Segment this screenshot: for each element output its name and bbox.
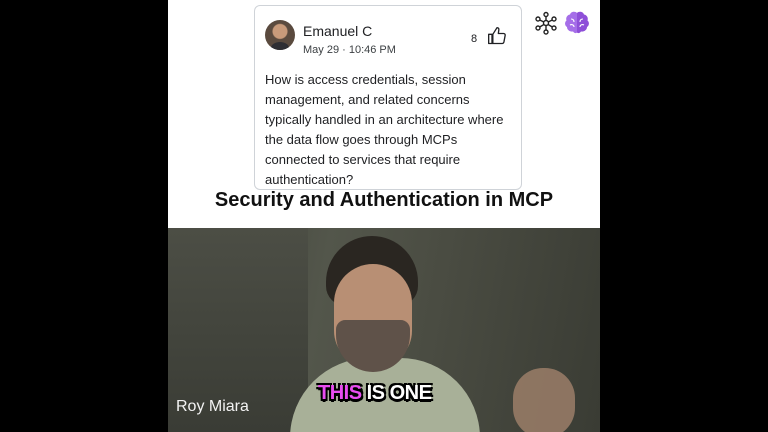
caption-rest: IS ONE <box>361 382 432 404</box>
comment-text: How is access credentials, session manag… <box>265 72 504 187</box>
subtitle-caption: THIS IS ONE <box>318 382 432 405</box>
content-panel: Emanuel C May 29 · 10:46 PM 8 How is acc… <box>168 0 600 432</box>
comment-card: Emanuel C May 29 · 10:46 PM 8 How is acc… <box>254 5 522 190</box>
like-count: 8 <box>471 33 478 45</box>
speaker-hand <box>513 368 575 432</box>
video-frame: Emanuel C May 29 · 10:46 PM 8 How is acc… <box>0 0 768 432</box>
comment-date: May 29 · 10:46 PM <box>303 44 396 56</box>
thumbs-up-icon[interactable] <box>487 26 507 46</box>
page-title: Security and Authentication in MCP <box>214 189 554 211</box>
brain-icon <box>565 11 589 34</box>
comment-author: Emanuel C <box>303 23 373 39</box>
speaker-name-label: Roy Miara <box>176 398 249 415</box>
network-nodes-icon <box>535 11 557 35</box>
webcam-video: Roy Miara THIS IS ONE <box>168 228 600 432</box>
caption-highlight-word: THIS <box>318 382 362 404</box>
avatar <box>265 20 295 50</box>
